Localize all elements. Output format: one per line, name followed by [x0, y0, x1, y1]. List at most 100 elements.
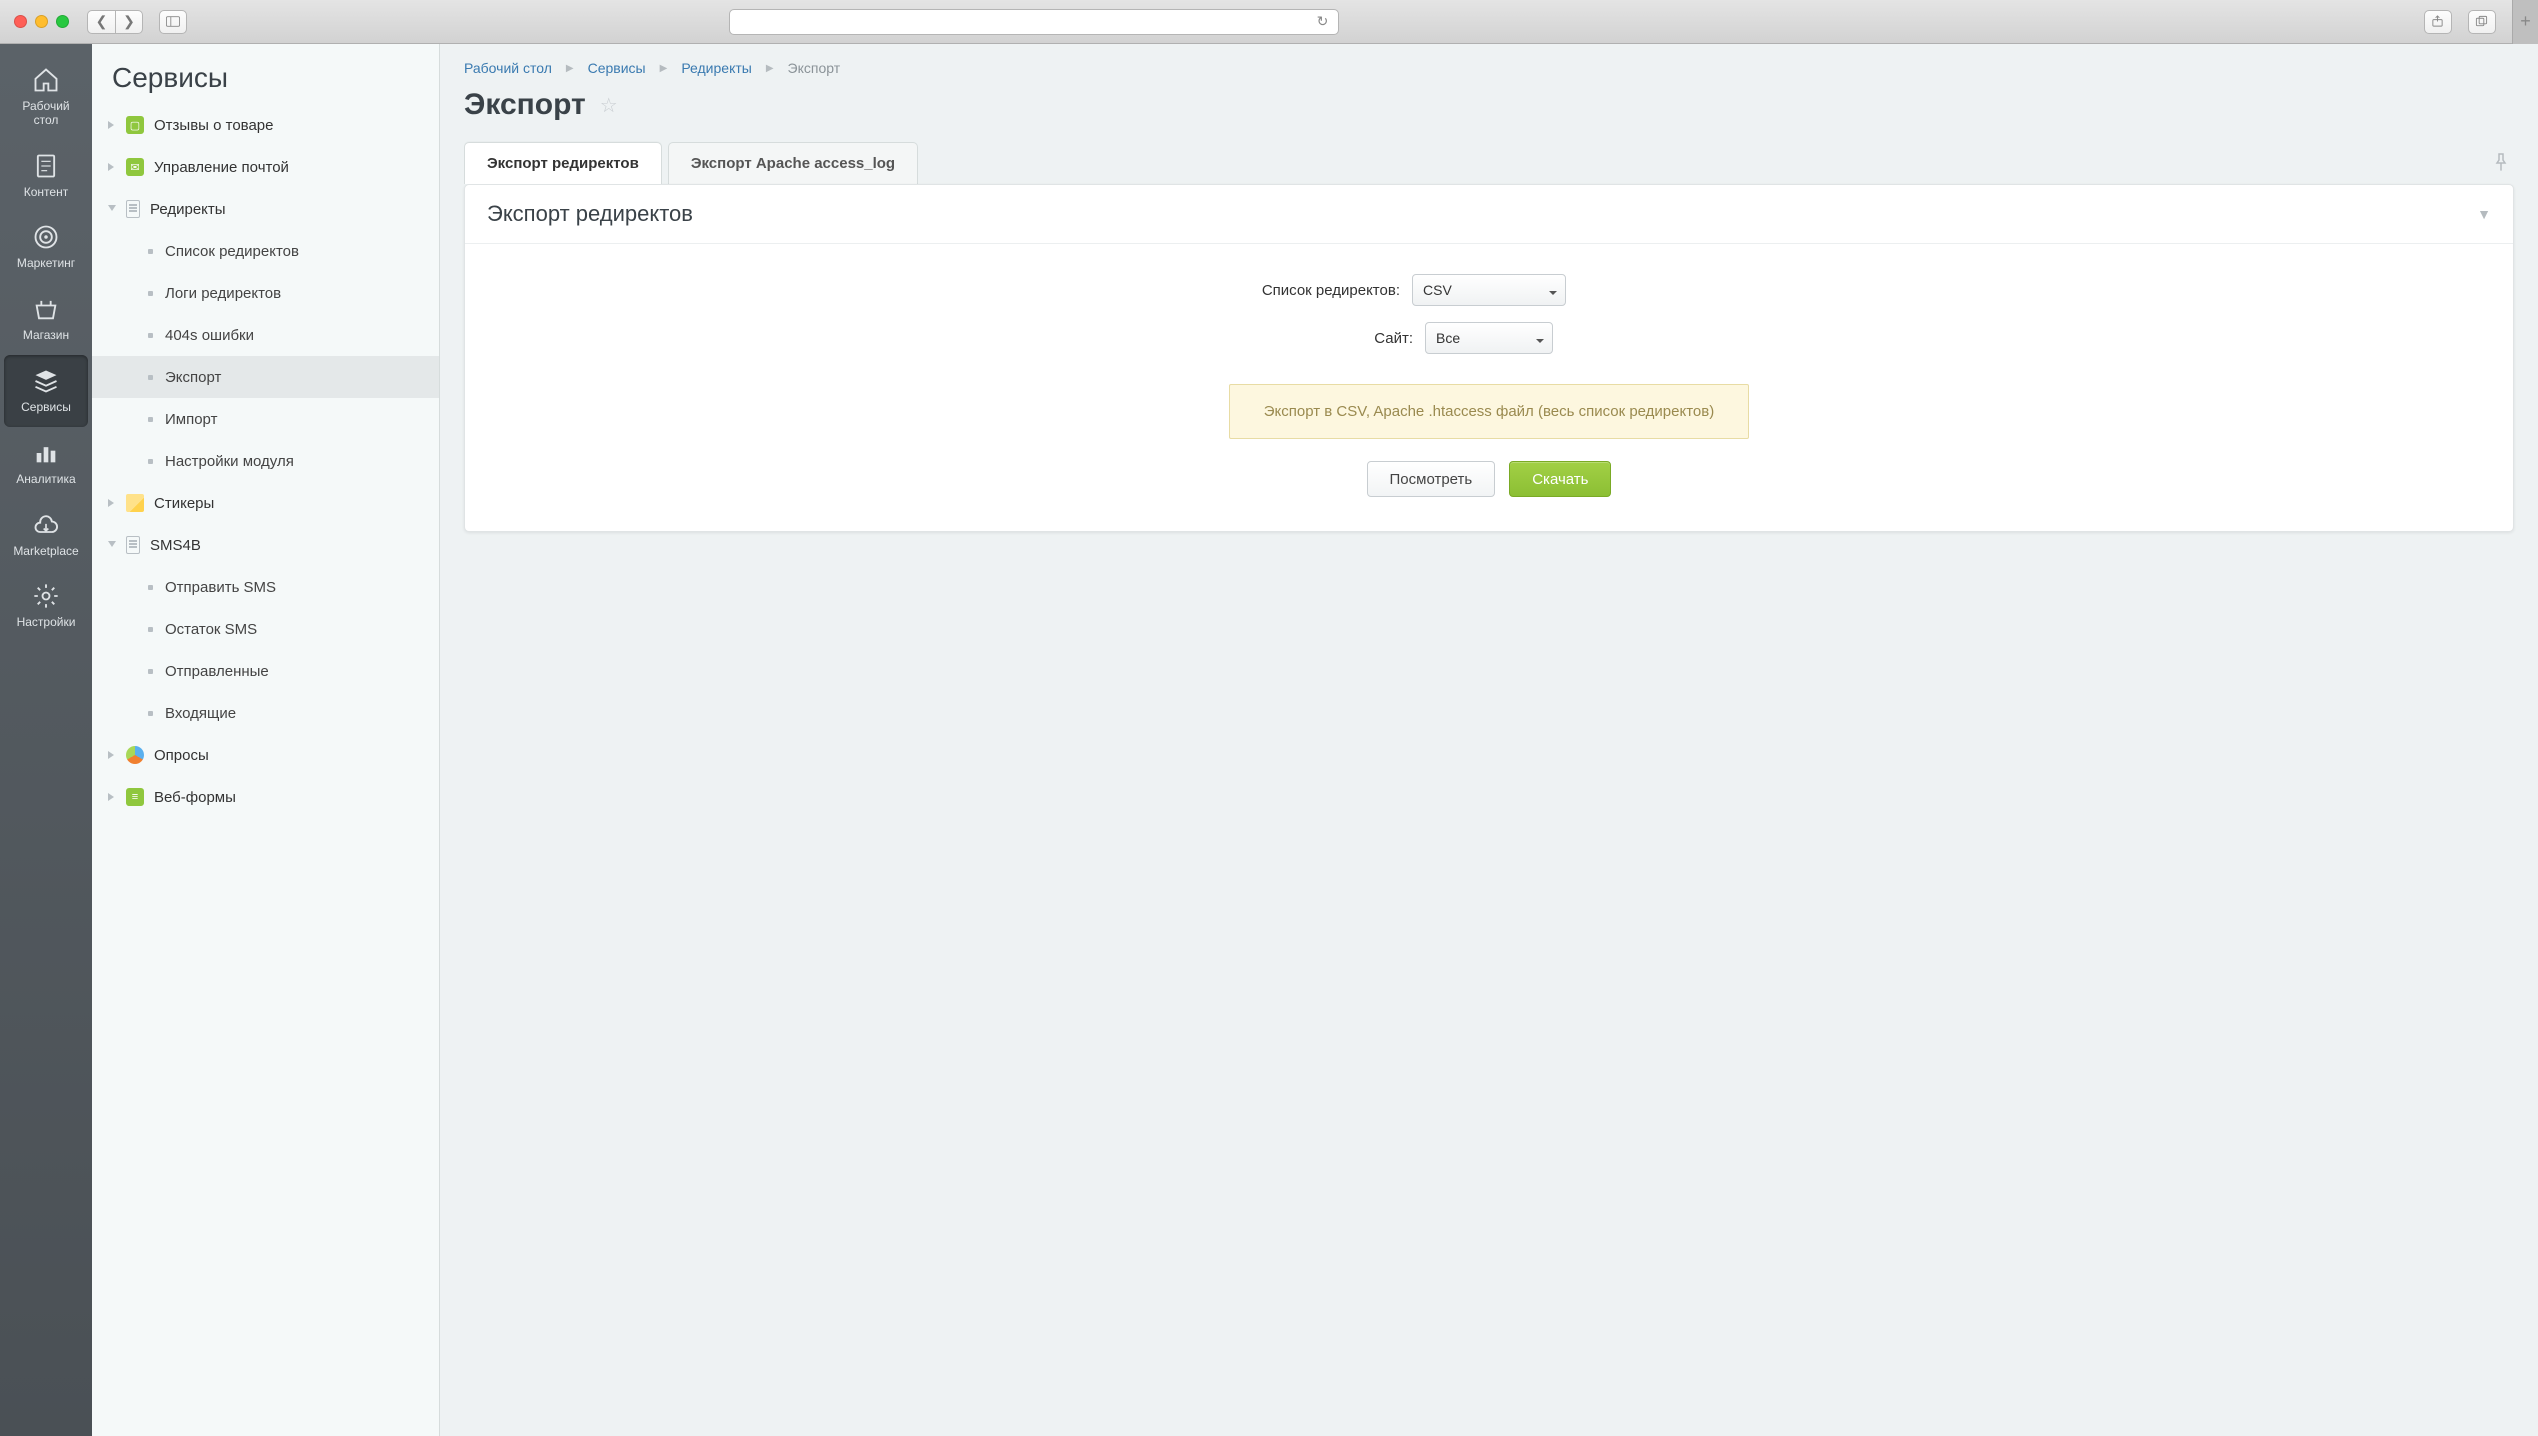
rail-label: Настройки [17, 616, 76, 630]
basket-icon [31, 295, 61, 323]
tab[interactable]: Экспорт Apache access_log [668, 142, 918, 184]
tree-sub-label: Отправить SMS [165, 579, 276, 596]
tree-sub-item[interactable]: Входящие [92, 692, 439, 734]
rail-label: Магазин [23, 329, 69, 343]
button-row: Посмотреть Скачать [487, 461, 2491, 497]
tree-sub-label: Остаток SMS [165, 621, 257, 638]
panel: Экспорт редиректов ▼ Список редиректов: … [464, 184, 2514, 532]
pie-icon [126, 746, 144, 764]
rail-item-target[interactable]: Маркетинг [0, 211, 92, 283]
panel-body: Список редиректов: CSV Сайт: Все [465, 244, 2513, 531]
panel-title: Экспорт редиректов [487, 201, 693, 227]
tree-sub-label: Импорт [165, 411, 217, 428]
browser-chrome: ❮ ❯ ↻ + [0, 0, 2538, 44]
rail-item-doc[interactable]: Контент [0, 140, 92, 212]
redirect-list-label: Список редиректов: [1060, 282, 1400, 299]
rail-label: Рабочийстол [22, 100, 69, 128]
sticker-icon [126, 494, 144, 512]
rail-label: Контент [24, 186, 68, 200]
info-message: Экспорт в CSV, Apache .htaccess файл (ве… [1229, 384, 1749, 439]
expand-arrow-icon [108, 121, 116, 129]
tree-sub-item[interactable]: Отправить SMS [92, 566, 439, 608]
rail-label: Маркетинг [17, 257, 75, 271]
new-tab-button[interactable]: + [2512, 0, 2538, 44]
sidebar-toggle[interactable] [159, 10, 187, 34]
tree-item[interactable]: Стикеры [92, 482, 439, 524]
breadcrumb: Рабочий стол▶Сервисы▶Редиректы▶Экспорт [440, 44, 2538, 84]
rail-item-basket[interactable]: Магазин [0, 283, 92, 355]
tree-sub-item[interactable]: Настройки модуля [92, 440, 439, 482]
stack-icon [31, 367, 61, 395]
close-window[interactable] [14, 15, 27, 28]
tree-item[interactable]: Опросы [92, 734, 439, 776]
tree-item[interactable]: ✉Управление почтой [92, 146, 439, 188]
collapse-icon[interactable]: ▼ [2477, 206, 2491, 222]
tree-item[interactable]: ≡ Веб-формы [92, 776, 439, 818]
breadcrumb-item: Экспорт [788, 60, 841, 76]
target-icon [31, 223, 61, 251]
module-icon: ≡ [126, 788, 144, 806]
tree-sub-item[interactable]: Экспорт [92, 356, 439, 398]
expand-arrow-icon [108, 751, 116, 759]
rail-item-gear[interactable]: Настройки [0, 570, 92, 642]
tree-sub-item[interactable]: 404s ошибки [92, 314, 439, 356]
document-icon [126, 200, 140, 218]
share-button[interactable] [2424, 10, 2452, 34]
back-button[interactable]: ❮ [87, 10, 115, 34]
form-row-redirect-list: Список редиректов: CSV [487, 274, 2491, 306]
tree-label: Стикеры [154, 495, 214, 512]
tabs-button[interactable] [2468, 10, 2496, 34]
tree-label: Отзывы о товаре [154, 117, 274, 134]
breadcrumb-separator-icon: ▶ [566, 63, 574, 74]
url-bar[interactable]: ↻ [729, 9, 1339, 35]
gear-icon [31, 582, 61, 610]
breadcrumb-item[interactable]: Рабочий стол [464, 60, 552, 76]
pin-icon[interactable] [2488, 153, 2514, 184]
rail-item-chart[interactable]: Аналитика [0, 427, 92, 499]
breadcrumb-item[interactable]: Редиректы [681, 60, 752, 76]
site-label: Сайт: [1073, 330, 1413, 347]
home-icon [31, 66, 61, 94]
tree-sub-item[interactable]: Импорт [92, 398, 439, 440]
doc-icon [31, 152, 61, 180]
rail-item-home[interactable]: Рабочийстол [0, 54, 92, 140]
tree-sub-item[interactable]: Остаток SMS [92, 608, 439, 650]
tab[interactable]: Экспорт редиректов [464, 142, 662, 184]
tree-sub-item[interactable]: Список редиректов [92, 230, 439, 272]
tree-sub-label: Логи редиректов [165, 285, 281, 302]
tree-item[interactable]: Редиректы [92, 188, 439, 230]
favorite-star-icon[interactable]: ☆ [600, 93, 618, 118]
redirect-list-select[interactable]: CSV [1412, 274, 1566, 306]
tree-label: Опросы [154, 747, 209, 764]
preview-button[interactable]: Посмотреть [1367, 461, 1496, 497]
tree-sub-item[interactable]: Логи редиректов [92, 272, 439, 314]
maximize-window[interactable] [56, 15, 69, 28]
left-rail: Рабочийстол Контент Маркетинг Магазин Сервис… [0, 44, 92, 1436]
rail-item-stack[interactable]: Сервисы [4, 355, 88, 427]
expand-arrow-icon [108, 541, 116, 549]
site-select[interactable]: Все [1425, 322, 1553, 354]
expand-arrow-icon [108, 499, 116, 507]
rail-label: Сервисы [21, 401, 71, 415]
reload-icon[interactable]: ↻ [1317, 13, 1329, 30]
rail-item-cloud[interactable]: Marketplace [0, 499, 92, 571]
nav-buttons: ❮ ❯ [87, 10, 143, 34]
tree-label: Веб-формы [154, 789, 236, 806]
breadcrumb-separator-icon: ▶ [766, 63, 774, 74]
tree-sub-label: Настройки модуля [165, 453, 294, 470]
document-icon [126, 536, 140, 554]
form-row-site: Сайт: Все [487, 322, 2491, 354]
download-button[interactable]: Скачать [1509, 461, 1611, 497]
forward-button[interactable]: ❯ [115, 10, 143, 34]
tree-sub-item[interactable]: Отправленные [92, 650, 439, 692]
module-icon: ▢ [126, 116, 144, 134]
tree-item[interactable]: ▢ Отзывы о товаре [92, 104, 439, 146]
main-content: Рабочий стол▶Сервисы▶Редиректы▶Экспорт Э… [440, 44, 2538, 1436]
sidebar-tree: ▢ Отзывы о товаре ✉Управление почтойРедире… [92, 104, 439, 838]
minimize-window[interactable] [35, 15, 48, 28]
breadcrumb-item[interactable]: Сервисы [588, 60, 646, 76]
sidebar: Сервисы ▢Отзывы о товаре✉Управление почт… [92, 44, 440, 1436]
rail-label: Marketplace [13, 545, 78, 559]
tree-sub-label: 404s ошибки [165, 327, 254, 344]
tree-item[interactable]: SMS4B [92, 524, 439, 566]
